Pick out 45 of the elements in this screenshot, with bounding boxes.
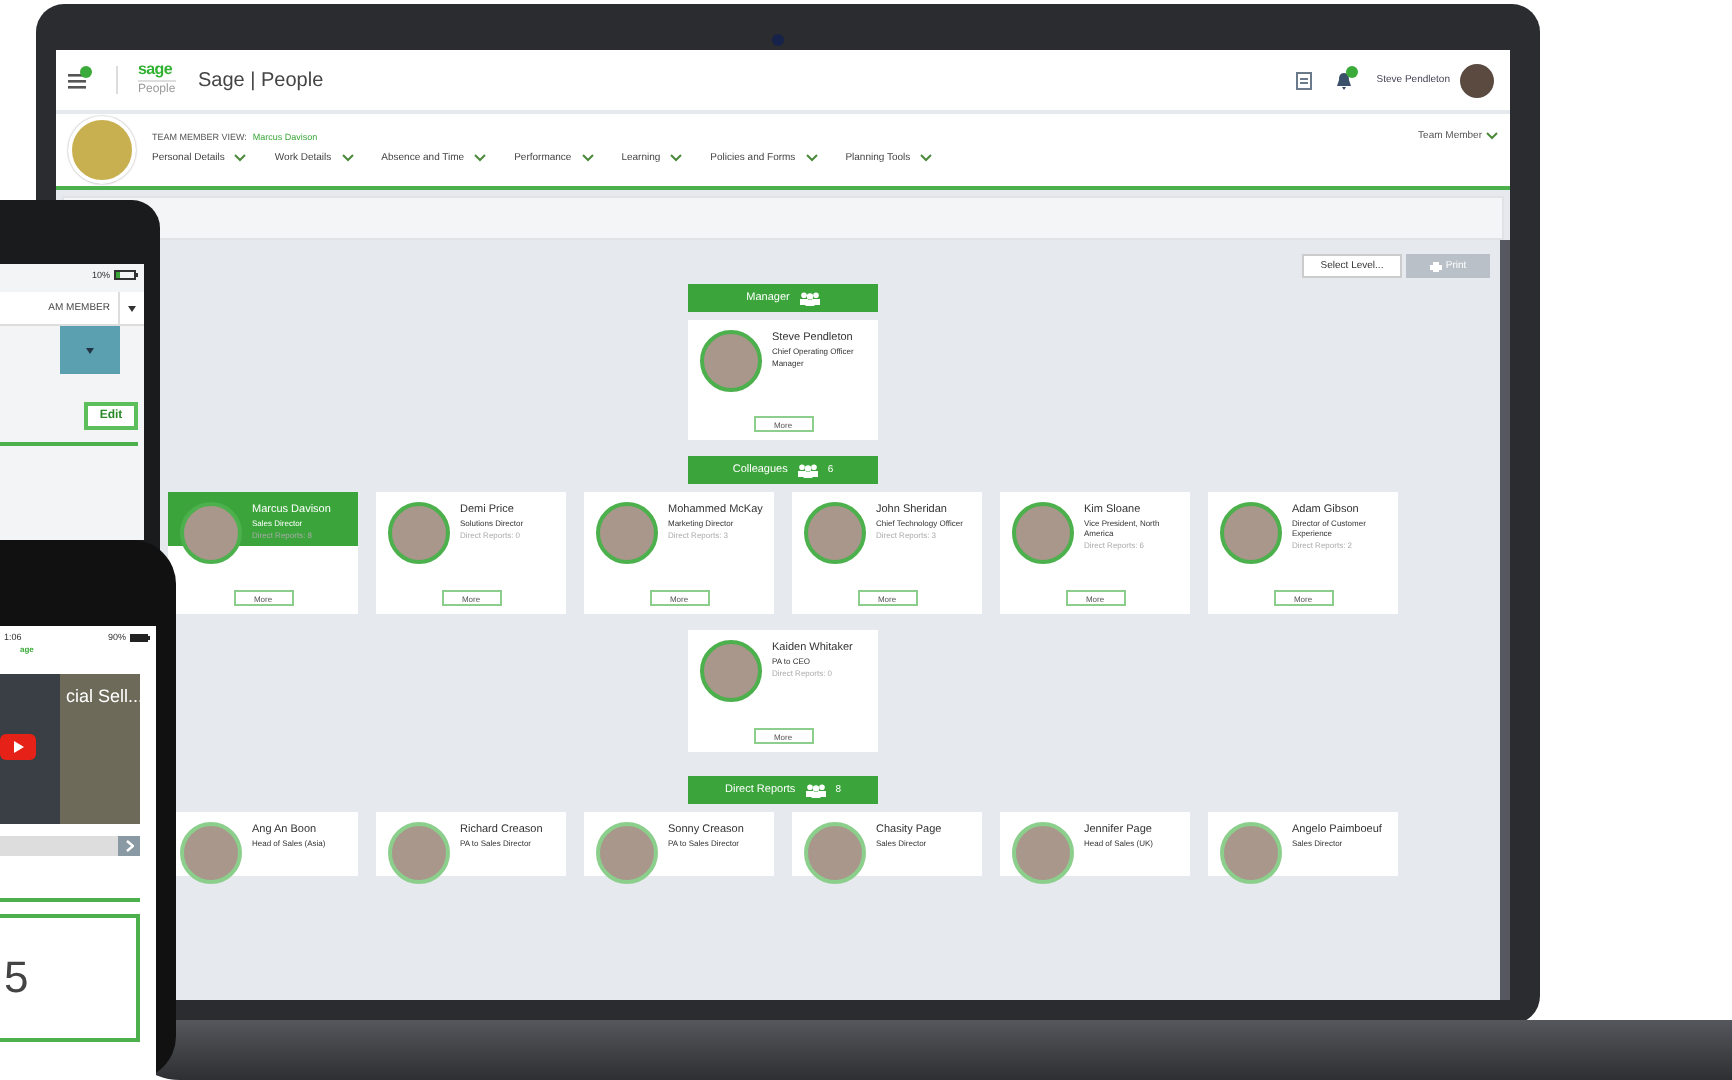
avatar [1012, 822, 1074, 884]
chevron-down-icon [234, 154, 247, 162]
printer-icon [1429, 261, 1442, 271]
app-title: Sage | People [198, 69, 324, 91]
chevron-down-icon [581, 154, 594, 162]
play-icon [0, 734, 36, 760]
avatar [596, 822, 658, 884]
avatar [388, 502, 450, 564]
bell-icon [1336, 71, 1353, 89]
menu-button[interactable] [68, 66, 118, 94]
video-player[interactable]: cial Sell... [0, 674, 140, 824]
chevron-down-icon [805, 154, 818, 162]
avatar [804, 822, 866, 884]
chevron-right-icon [125, 840, 133, 852]
avatar [804, 502, 866, 564]
camera-dot [772, 34, 784, 46]
avatar [1220, 502, 1282, 564]
avatar[interactable] [1460, 63, 1494, 97]
avatar [700, 330, 762, 392]
calendar-icon [1296, 71, 1313, 89]
chevron-down-icon [670, 154, 683, 162]
avatar [700, 640, 762, 702]
video-title: cial Sell... [66, 686, 144, 706]
menu-icon [68, 71, 90, 89]
battery-icon [114, 270, 138, 280]
avatar [596, 502, 658, 564]
avatar [180, 822, 242, 884]
people-icon [805, 783, 826, 797]
avatar [1220, 822, 1282, 884]
next-button[interactable] [118, 836, 140, 856]
stat-value: 5 [4, 952, 29, 1004]
avatar [180, 502, 242, 564]
caret-icon [86, 347, 94, 353]
logo-text: sage [138, 62, 173, 78]
scrollbar[interactable] [1500, 240, 1510, 1000]
people-icon [797, 463, 818, 477]
people-icon [799, 291, 820, 305]
avatar [388, 822, 450, 884]
caret-icon [128, 305, 136, 311]
chevron-down-icon [474, 154, 487, 162]
avatar [1012, 502, 1074, 564]
chevron-down-icon [920, 154, 933, 162]
chevron-down-icon [341, 154, 354, 162]
chevron-down-icon [1486, 132, 1498, 140]
battery-icon [130, 633, 150, 641]
